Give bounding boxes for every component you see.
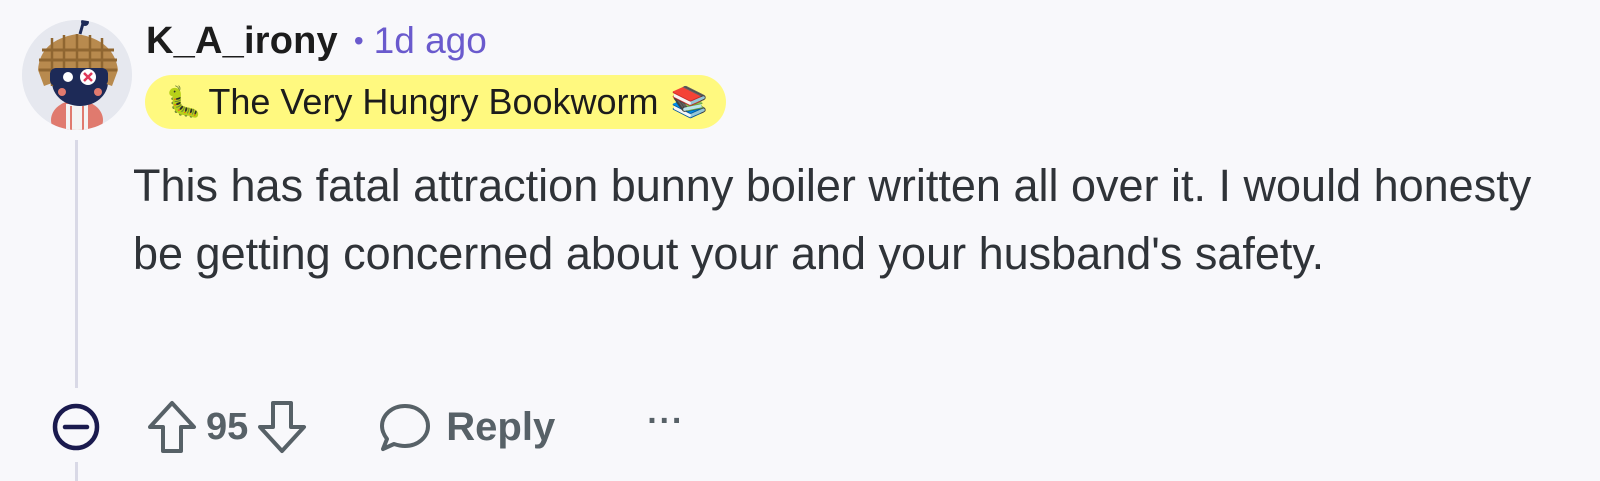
- arrow-up-icon: [148, 401, 196, 453]
- comment: K_A_irony • 1d ago 🐛 The Very Hungry Boo…: [0, 0, 1600, 481]
- avatar-snoo-icon: [22, 20, 132, 130]
- thread-line-continuation[interactable]: [75, 462, 78, 481]
- vote-score: 95: [206, 405, 249, 448]
- reply-button[interactable]: Reply: [378, 401, 555, 453]
- speech-bubble-icon: [380, 404, 431, 451]
- books-icon: 📚: [670, 85, 708, 119]
- downvote-button[interactable]: [254, 397, 310, 457]
- user-flair: 🐛 The Very Hungry Bookworm 📚: [145, 75, 726, 129]
- thread-line[interactable]: [75, 140, 78, 388]
- comment-action-bar: 95 Reply ···: [50, 395, 684, 459]
- user-avatar[interactable]: [22, 20, 132, 130]
- comment-timestamp[interactable]: 1d ago: [374, 20, 487, 62]
- flair-text: The Very Hungry Bookworm: [208, 81, 659, 122]
- meta-separator: •: [353, 25, 364, 56]
- arrow-down-icon: [258, 401, 307, 453]
- comment-meta: K_A_irony • 1d ago: [146, 16, 487, 66]
- reply-label: Reply: [446, 404, 556, 449]
- collapse-thread-button[interactable]: [50, 401, 102, 453]
- more-options-button[interactable]: ···: [647, 404, 684, 443]
- comment-body: This has fatal attraction bunny boiler w…: [133, 160, 1532, 279]
- minus-circle-icon: [52, 403, 100, 451]
- author-username[interactable]: K_A_irony: [146, 20, 338, 63]
- caterpillar-icon: 🐛: [165, 85, 203, 119]
- upvote-button[interactable]: [144, 397, 200, 457]
